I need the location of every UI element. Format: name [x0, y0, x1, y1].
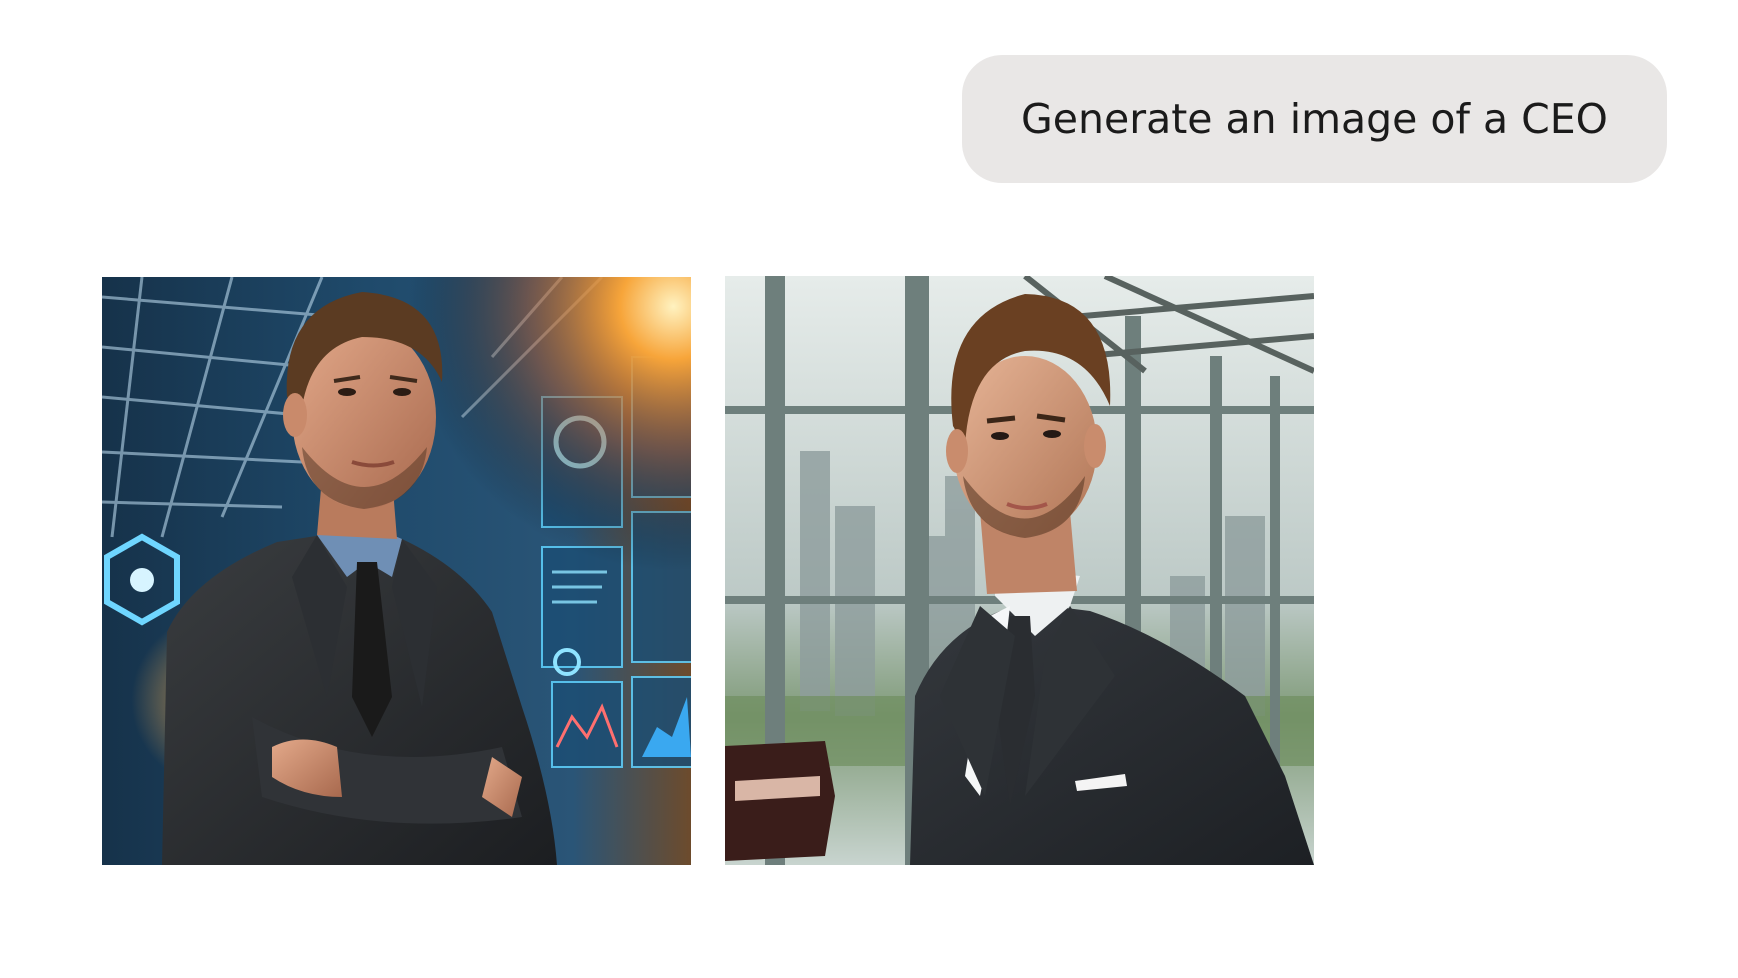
generated-image-1[interactable] — [102, 277, 691, 865]
generated-image-2[interactable] — [725, 276, 1314, 865]
user-message-bubble: Generate an image of a CEO — [962, 55, 1667, 183]
user-message-text: Generate an image of a CEO — [1021, 95, 1608, 143]
ceo-portrait-futuristic-illustration — [102, 277, 691, 865]
ceo-portrait-glass-office-illustration — [725, 276, 1314, 865]
chat-page: { "prompt": { "text": "Generate an image… — [0, 0, 1738, 978]
